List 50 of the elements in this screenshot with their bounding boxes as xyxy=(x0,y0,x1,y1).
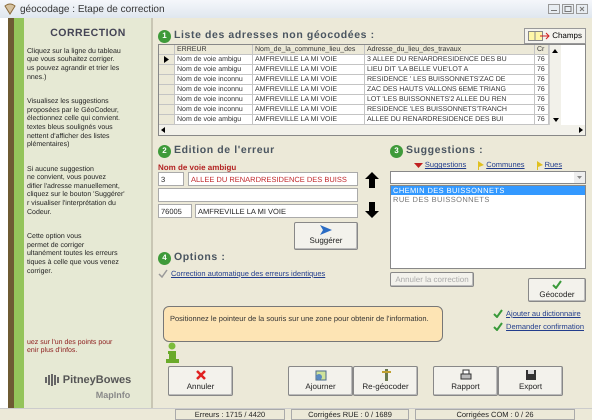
action-button[interactable]: Re-géocoder xyxy=(353,366,418,396)
logo-icon xyxy=(44,374,59,386)
geocode-button[interactable]: Géocoder xyxy=(528,278,586,302)
printer-icon xyxy=(460,369,472,381)
check-icon[interactable] xyxy=(493,322,504,332)
flag-icon xyxy=(478,160,484,170)
arrow-up-icon[interactable] xyxy=(365,172,379,188)
close-icon[interactable] xyxy=(576,4,588,14)
header-corner xyxy=(159,45,175,55)
scrollbar[interactable] xyxy=(159,125,585,135)
brand-name: PitneyBowes xyxy=(62,373,132,388)
check-icon[interactable] xyxy=(493,309,504,318)
suggest-button[interactable]: Suggérer xyxy=(294,222,358,250)
section-title: Edition de l'erreur xyxy=(174,143,275,158)
arrow-down-icon[interactable] xyxy=(365,202,379,218)
step-number: 3 xyxy=(390,144,403,158)
scroll-up-icon[interactable] xyxy=(550,46,560,55)
error-type: Nom de voie ambigu xyxy=(158,162,238,172)
action-button[interactable]: Ajourner xyxy=(288,366,353,396)
caret-icon xyxy=(574,172,585,183)
play-icon xyxy=(320,225,332,235)
fields-button[interactable]: Champs xyxy=(524,28,586,44)
scrollbar[interactable] xyxy=(549,45,561,125)
check-icon xyxy=(552,280,562,288)
flag-icon xyxy=(536,160,543,170)
product-name: MapInfo xyxy=(96,388,130,402)
row-selector[interactable] xyxy=(159,55,175,65)
action-button[interactable]: Annuler xyxy=(168,366,233,396)
columns-icon xyxy=(528,31,550,41)
tool-icon xyxy=(380,369,392,381)
step-number: 2 xyxy=(158,144,171,158)
suggestion-dropdown[interactable] xyxy=(390,171,586,184)
step-number: 1 xyxy=(158,30,171,42)
app-icon xyxy=(4,3,16,15)
section-title: Liste des adresses non géocodées : xyxy=(174,28,375,44)
panel-title: CORRECTION xyxy=(49,26,127,41)
calendar-icon xyxy=(314,369,326,381)
section-title: Options : xyxy=(174,250,226,266)
window-title: géocodage : Etape de correction xyxy=(20,2,165,16)
section-title: Suggestions : xyxy=(406,143,484,158)
cross-icon xyxy=(194,369,206,381)
action-button[interactable]: Export xyxy=(498,366,563,396)
maximize-icon[interactable] xyxy=(562,4,574,14)
checkmark-icon[interactable] xyxy=(158,269,168,278)
row-pointer-icon xyxy=(164,56,169,63)
minimize-icon[interactable] xyxy=(548,4,560,14)
address-field[interactable] xyxy=(158,188,358,202)
step-number: 4 xyxy=(158,252,171,264)
triangle-icon xyxy=(414,162,423,168)
action-button[interactable]: Rapport xyxy=(433,366,498,396)
